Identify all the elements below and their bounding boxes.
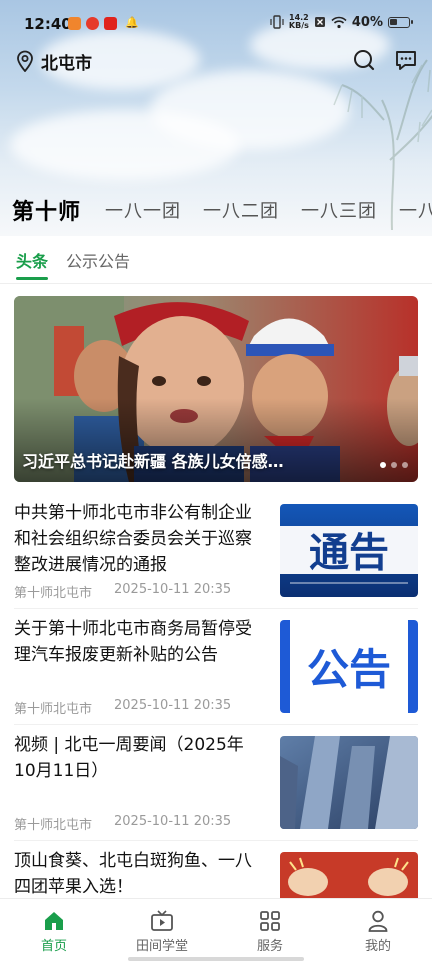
weibo-notification-icon	[86, 17, 99, 30]
news-thumbnail: 通告	[280, 504, 418, 597]
carousel-dot	[402, 462, 408, 468]
nav-label: 我的	[364, 939, 391, 954]
nav-home[interactable]: 首页	[0, 899, 108, 964]
news-meta: 第十师北屯市 2025-10-11 20:35	[14, 698, 231, 717]
news-thumbnail	[280, 736, 418, 829]
network-speed-unit: KB/s	[288, 21, 309, 30]
divider	[14, 840, 418, 841]
nav-label: 田间学堂	[135, 939, 188, 954]
news-title: 中共第十师北屯市非公有制企业和社会组织综合委员会关于巡察整改进展情况的通报	[14, 503, 252, 575]
battery-icon	[388, 16, 413, 28]
news-time: 2025-10-11 20:35	[114, 814, 232, 829]
location-selector[interactable]: 北屯市	[15, 48, 92, 74]
nav-label: 首页	[40, 939, 67, 954]
news-time: 2025-10-11 20:35	[114, 698, 232, 713]
location-name: 北屯市	[41, 53, 92, 74]
wifi-icon	[331, 16, 347, 28]
news-item[interactable]: 关于第十师北屯市商务局暂停受理汽车报废更新补贴的公告 第十师北屯市 2025-1…	[14, 616, 418, 717]
carousel-dot-active	[380, 462, 386, 468]
region-tabs: 第十师 一八一团 一八二团 一八三团 一八	[0, 190, 432, 230]
sub-tabs: 头条 公示公告	[16, 248, 130, 280]
news-meta: 第十师北屯市 2025-10-11 20:35	[14, 582, 231, 601]
search-icon[interactable]	[352, 48, 376, 72]
tab-announcements[interactable]: 公示公告	[66, 248, 130, 280]
news-title: 顶山食葵、北屯白斑狗鱼、一八四团苹果入选！	[14, 851, 252, 897]
header-actions	[352, 48, 418, 72]
nav-field-school[interactable]: 田间学堂	[108, 899, 216, 964]
nav-services[interactable]: 服务	[216, 899, 324, 964]
carousel-dots	[380, 462, 408, 468]
news-source: 第十师北屯市	[14, 818, 93, 833]
status-bar: 12:40 🔔 14.2 KB/s 40%	[0, 0, 432, 48]
region-tab-active[interactable]: 第十师	[12, 194, 81, 226]
thumb-text: 通告	[309, 530, 389, 576]
main-content: 头条 公示公告 习近平总书记赴新疆 各族儿女倍感… 中共第十师北屯市非公有制企业…	[0, 236, 432, 900]
message-icon[interactable]	[394, 48, 418, 72]
home-indicator[interactable]	[128, 957, 304, 961]
bell-icon: 🔔	[125, 16, 139, 29]
user-icon	[368, 910, 388, 932]
region-tab[interactable]: 一八一团	[105, 197, 181, 223]
news-thumbnail: 公告	[280, 620, 418, 713]
tab-headlines[interactable]: 头条	[16, 248, 49, 280]
region-tab[interactable]: 一八	[399, 197, 432, 223]
news-notification-icon	[104, 17, 117, 30]
divider	[14, 724, 418, 725]
status-time: 12:40	[24, 15, 72, 33]
app-notification-icon	[68, 17, 81, 30]
tv-icon	[151, 910, 173, 931]
status-icons: 14.2 KB/s 40%	[270, 14, 413, 30]
network-speed: 14.2 KB/s	[289, 14, 309, 30]
region-tab[interactable]: 一八三团	[301, 197, 377, 223]
news-time: 2025-10-11 20:35	[114, 582, 232, 597]
header-background: 12:40 🔔 14.2 KB/s 40% 北屯市 第十师 一八一团 一八二团 …	[0, 0, 432, 236]
news-title: 关于第十师北屯市商务局暂停受理汽车报废更新补贴的公告	[14, 619, 252, 665]
vibrate-icon	[270, 15, 284, 29]
divider	[0, 283, 432, 284]
bottom-navigation: 首页 田间学堂 服务 我的	[0, 898, 432, 964]
headline-banner[interactable]: 习近平总书记赴新疆 各族儿女倍感…	[14, 296, 418, 482]
location-pin-icon	[17, 50, 33, 72]
thumb-text: 公告	[307, 645, 391, 694]
divider	[14, 608, 418, 609]
carousel-dot	[391, 462, 397, 468]
news-item[interactable]: 视频 | 北屯一周要闻（2025年10月11日） 第十师北屯市 2025-10-…	[14, 732, 418, 833]
news-thumbnail	[280, 852, 418, 900]
news-title: 视频 | 北屯一周要闻（2025年10月11日）	[14, 735, 244, 781]
news-item[interactable]: 顶山食葵、北屯白斑狗鱼、一八四团苹果入选！	[14, 848, 418, 900]
banner-caption: 习近平总书记赴新疆 各族儿女倍感…	[22, 452, 284, 471]
news-source: 第十师北屯市	[14, 702, 93, 717]
no-sim-icon	[314, 17, 325, 27]
home-icon	[45, 912, 63, 930]
grid-icon	[260, 911, 280, 931]
region-tab[interactable]: 一八二团	[203, 197, 279, 223]
battery-percent: 40%	[351, 14, 383, 30]
nav-profile[interactable]: 我的	[324, 899, 432, 964]
news-meta: 第十师北屯市 2025-10-11 20:35	[14, 814, 231, 833]
news-source: 第十师北屯市	[14, 586, 93, 601]
nav-label: 服务	[256, 939, 283, 954]
news-item[interactable]: 中共第十师北屯市非公有制企业和社会组织综合委员会关于巡察整改进展情况的通报 第十…	[14, 500, 418, 601]
